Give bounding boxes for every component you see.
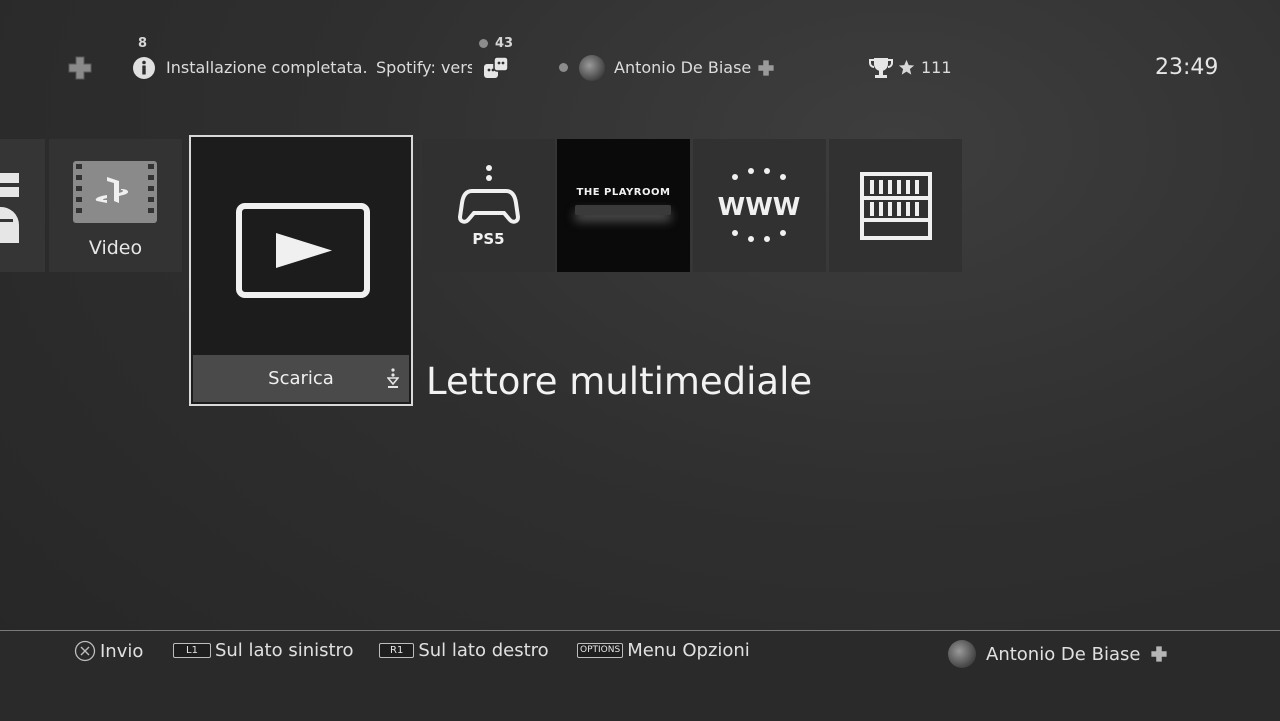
l1-button-icon: L1 <box>173 643 211 658</box>
video-film-icon <box>73 161 157 223</box>
library-icon <box>860 172 932 240</box>
trophy-icon[interactable] <box>868 56 894 80</box>
controller-icon <box>458 165 520 224</box>
avatar[interactable] <box>579 55 605 81</box>
tile-ps5-label: PS5 <box>472 230 505 248</box>
tile-partial-left[interactable] <box>0 139 45 272</box>
bottom-profile[interactable]: Antonio De Biase <box>948 640 1168 668</box>
options-button-icon: OPTIONS <box>577 643 624 658</box>
star-icon <box>898 59 915 75</box>
selected-app-title: Lettore multimediale <box>426 360 813 403</box>
hint-options-label: Menu Opzioni <box>627 640 750 661</box>
r1-button-icon: R1 <box>379 643 415 658</box>
hint-enter: Invio <box>74 640 143 662</box>
tile-internet-browser[interactable]: WWW <box>693 139 826 272</box>
www-text: WWW <box>718 192 801 221</box>
tile-the-playroom[interactable]: THE PLAYROOM <box>557 139 690 272</box>
hint-options: OPTIONS Menu Opzioni <box>577 640 750 661</box>
hint-l1: L1 Sul lato sinistro <box>173 640 354 661</box>
play-icon <box>236 203 370 298</box>
trophy-count: 111 <box>921 58 952 77</box>
friends-status-dot <box>479 39 488 48</box>
playroom-title: THE PLAYROOM <box>576 187 671 198</box>
playroom-camera-graphic <box>575 205 671 215</box>
download-label: Scarica <box>268 368 334 389</box>
notification-count: 8 <box>138 36 148 51</box>
info-icon[interactable] <box>131 55 157 81</box>
tile-video-label: Video <box>88 237 143 259</box>
tile-ps5-remote[interactable]: PS5 <box>422 139 555 272</box>
partial-app-icon <box>0 173 20 243</box>
hint-r1-label: Sul lato destro <box>418 640 549 661</box>
avatar[interactable] <box>948 640 976 668</box>
cross-button-icon <box>74 640 96 662</box>
hint-l1-label: Sul lato sinistro <box>214 640 354 661</box>
plus-icon <box>758 60 774 76</box>
hint-enter-label: Invio <box>100 640 144 662</box>
tile-video[interactable]: Video <box>49 139 182 272</box>
tile-media-player-focused[interactable]: Scarica <box>189 135 413 406</box>
friends-icon[interactable] <box>482 54 510 82</box>
profile-name[interactable]: Antonio De Biase <box>614 58 751 77</box>
bottom-profile-name[interactable]: Antonio De Biase <box>986 644 1140 665</box>
friends-count: 43 <box>495 36 514 51</box>
tile-download-bar[interactable]: Scarica <box>193 355 409 402</box>
online-status-dot <box>559 63 568 72</box>
www-browser-icon: WWW <box>718 168 801 242</box>
notification-text-secondary[interactable]: Spotify: vers <box>376 58 472 77</box>
tile-library[interactable] <box>829 139 962 272</box>
clock: 23:49 <box>1155 55 1219 80</box>
hint-r1: R1 Sul lato destro <box>379 640 549 661</box>
download-arrow-icon <box>387 368 399 388</box>
plus-icon <box>1151 646 1168 662</box>
notification-text[interactable]: Installazione completata. <box>166 58 368 77</box>
ps-plus-icon[interactable] <box>67 55 93 81</box>
